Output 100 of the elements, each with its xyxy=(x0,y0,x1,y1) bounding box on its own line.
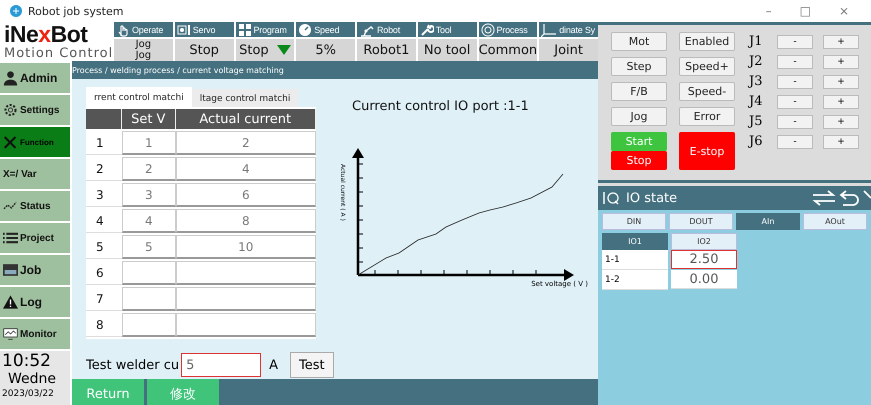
window-control[interactable]: × xyxy=(838,4,849,18)
servo-icon xyxy=(176,22,191,36)
toolbar-value[interactable]: Jog Jog xyxy=(114,39,173,61)
toolbar-value[interactable]: Joint xyxy=(539,39,598,61)
sidebar-item[interactable]: Function xyxy=(0,127,70,157)
row-number: 6 xyxy=(86,261,122,285)
toolbar-header: Robot xyxy=(357,22,416,37)
sidebar-item[interactable]: Monitor xyxy=(0,319,70,349)
io-tab[interactable]: DIN xyxy=(602,213,666,230)
clock-day: Wedne xyxy=(2,371,70,387)
table-cell[interactable]: 4 xyxy=(176,157,316,181)
io-tab[interactable]: DOUT xyxy=(669,213,733,230)
toolbar-value[interactable]: Stop xyxy=(174,39,234,61)
row-number: 3 xyxy=(86,183,122,207)
list-icon xyxy=(3,231,18,245)
jog-plus-button[interactable]: + xyxy=(823,94,859,108)
toolbar-value[interactable]: Stop xyxy=(236,39,294,61)
io-subtab[interactable]: IO2 xyxy=(671,233,737,250)
tab[interactable]: rrent control matchi xyxy=(86,87,192,109)
jog-minus-button[interactable]: - xyxy=(777,74,813,88)
table-cell[interactable] xyxy=(176,261,316,285)
io-value: 0.00 xyxy=(671,270,737,289)
control-button[interactable]: E-stop xyxy=(679,132,735,170)
control-button[interactable]: Mot xyxy=(611,32,667,51)
table-cell[interactable] xyxy=(176,287,316,311)
undo-icon[interactable] xyxy=(839,189,861,207)
row-number: 8 xyxy=(86,313,122,337)
swap-icon[interactable] xyxy=(811,189,837,207)
row-number: 5 xyxy=(86,235,122,259)
jog-plus-button[interactable]: + xyxy=(823,74,859,88)
row-number: 1 xyxy=(86,131,122,155)
io-title: IO state xyxy=(626,190,678,206)
test-button[interactable]: Test xyxy=(290,352,334,378)
control-button[interactable]: Jog xyxy=(611,107,667,126)
jog-minus-button[interactable]: - xyxy=(777,114,813,128)
io-value: 2.50 xyxy=(671,250,737,269)
io-port: 1-1 xyxy=(602,250,668,270)
control-button[interactable]: Error xyxy=(679,107,735,126)
window-control[interactable]: – xyxy=(766,4,772,18)
grid-icon xyxy=(238,22,252,36)
jog-minus-button[interactable]: - xyxy=(777,94,813,108)
sidebar-item[interactable]: Status xyxy=(0,191,70,221)
control-button[interactable]: F/B xyxy=(611,82,667,101)
tools-icon xyxy=(3,134,18,150)
table-cell[interactable]: 5 xyxy=(122,235,176,259)
table-cell[interactable]: 1 xyxy=(122,131,176,155)
brand-logo: iNexBot xyxy=(4,22,89,46)
toolbar-header: Process xyxy=(478,22,538,37)
table-cell[interactable] xyxy=(122,287,176,311)
joint-label: J5 xyxy=(749,114,764,129)
jog-minus-button[interactable]: - xyxy=(777,34,813,48)
sidebar-item[interactable]: Admin xyxy=(0,63,70,93)
window-control[interactable]: □ xyxy=(800,4,811,18)
control-button[interactable]: Step xyxy=(611,57,667,76)
table-cell[interactable]: 4 xyxy=(122,209,176,233)
joint-label: J1 xyxy=(749,34,764,49)
control-button[interactable]: Enabled xyxy=(679,32,735,51)
table-cell[interactable]: 2 xyxy=(122,157,176,181)
monitor-icon xyxy=(3,326,18,342)
toolbar-value[interactable]: 5% xyxy=(296,39,355,61)
toolbar-value[interactable]: Common xyxy=(478,39,538,61)
window-title: Robot job system xyxy=(28,4,124,18)
toolbar-value[interactable]: No tool xyxy=(418,39,476,61)
io-subtab[interactable]: IO1 xyxy=(602,233,668,250)
column-header: Actual current xyxy=(176,109,316,129)
jog-minus-button[interactable]: - xyxy=(777,54,813,68)
table-cell[interactable]: 10 xyxy=(176,235,316,259)
table-cell[interactable]: 8 xyxy=(176,209,316,233)
io-tab[interactable]: AIn xyxy=(736,213,800,230)
clock-time: 10:52 xyxy=(2,351,52,371)
table-cell[interactable] xyxy=(176,313,316,337)
logo-subtitle: Motion Control xyxy=(4,46,114,60)
io-port: 1-2 xyxy=(602,270,668,290)
table-cell[interactable]: 2 xyxy=(176,131,316,155)
jog-minus-button[interactable]: - xyxy=(777,134,813,148)
table-cell[interactable]: 6 xyxy=(176,183,316,207)
sidebar-item[interactable]: Log xyxy=(0,287,70,317)
process-icon xyxy=(480,22,494,36)
joint-label: J6 xyxy=(749,134,764,149)
toolbar-value[interactable]: Robot1 xyxy=(357,39,416,61)
io-tab[interactable]: AOut xyxy=(803,213,867,230)
jog-plus-button[interactable]: + xyxy=(823,114,859,128)
row-number: 4 xyxy=(86,209,122,233)
control-button[interactable]: Speed+ xyxy=(679,57,735,76)
sidebar-item[interactable]: X=/ Var xyxy=(0,159,70,189)
jog-plus-button[interactable]: + xyxy=(823,134,859,148)
sidebar-item[interactable]: Project xyxy=(0,223,70,253)
table-cell[interactable]: 3 xyxy=(122,183,176,207)
jog-plus-button[interactable]: + xyxy=(823,34,859,48)
jog-plus-button[interactable]: + xyxy=(823,54,859,68)
control-button[interactable]: Stop xyxy=(611,151,667,170)
sidebar-item[interactable]: Job xyxy=(0,255,70,285)
sidebar-item[interactable]: Settings xyxy=(0,95,70,125)
row-number: 7 xyxy=(86,287,122,311)
control-button[interactable]: Speed- xyxy=(679,82,735,101)
table-cell[interactable] xyxy=(122,261,176,285)
table-cell[interactable] xyxy=(122,313,176,337)
input-field[interactable]: 5 xyxy=(181,353,262,377)
wrench-icon xyxy=(420,22,434,36)
joint-label: J3 xyxy=(749,74,764,89)
